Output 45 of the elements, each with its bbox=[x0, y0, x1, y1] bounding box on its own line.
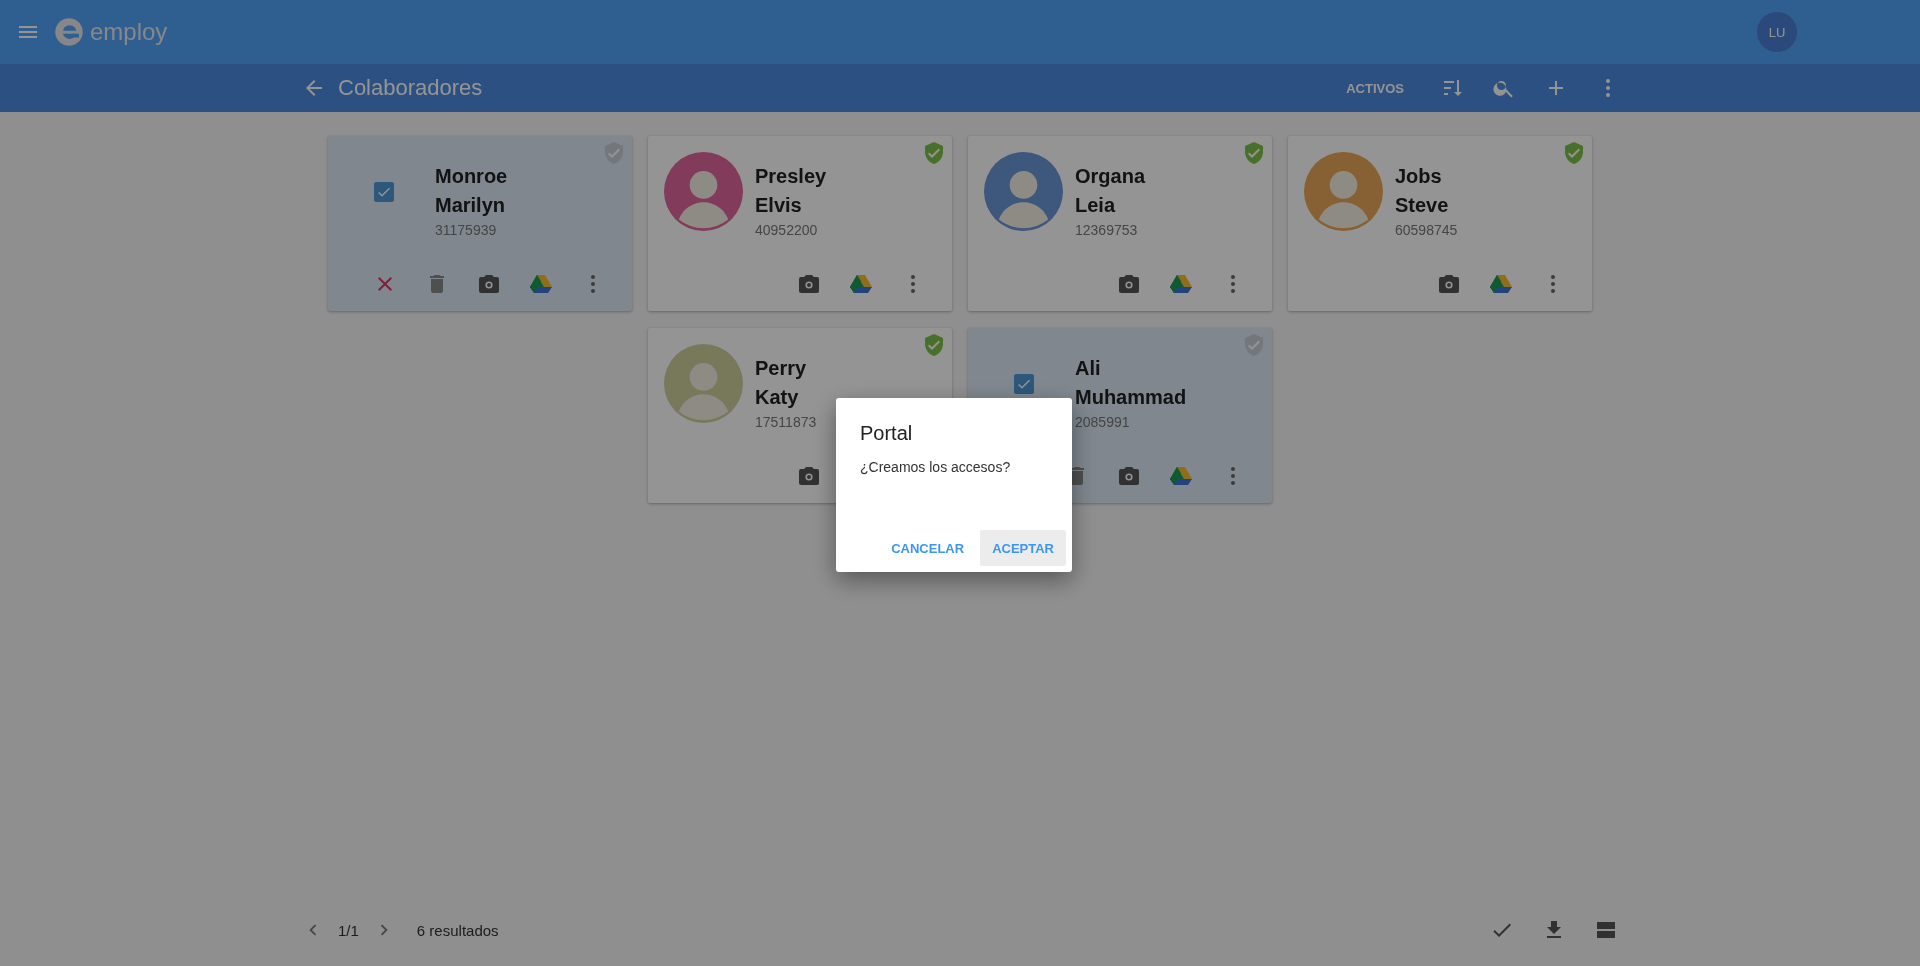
first-name: Muhammad bbox=[1075, 385, 1187, 410]
drive-icon[interactable] bbox=[1169, 272, 1193, 296]
last-name: Organa bbox=[1075, 164, 1146, 189]
camera-icon[interactable] bbox=[1437, 272, 1461, 296]
results-count: 6 resultados bbox=[416, 921, 499, 939]
employee-card[interactable]: Organa Leia 12369753 bbox=[968, 136, 1272, 311]
employee-number: 17511873 bbox=[755, 414, 817, 430]
drive-icon[interactable] bbox=[849, 272, 873, 296]
checkbox[interactable] bbox=[373, 181, 394, 202]
last-name: Ali bbox=[1075, 356, 1102, 381]
user-avatar[interactable]: LU bbox=[1757, 12, 1797, 52]
last-name: Perry bbox=[755, 356, 808, 381]
employee-number: 12369753 bbox=[1075, 222, 1139, 238]
employee-number: 60598745 bbox=[1395, 222, 1458, 238]
first-name: Steve bbox=[1395, 193, 1450, 218]
page-indicator: 1/1 bbox=[338, 921, 359, 939]
employee-card[interactable]: Monroe Marilyn 31175939 bbox=[328, 136, 632, 311]
checkbox[interactable] bbox=[1013, 373, 1034, 394]
first-name: Katy bbox=[755, 385, 800, 410]
camera-icon[interactable] bbox=[1117, 464, 1141, 488]
first-name: Marilyn bbox=[435, 193, 507, 218]
first-name: Leia bbox=[1075, 193, 1117, 218]
last-name: Presley bbox=[755, 164, 827, 189]
logo-icon bbox=[54, 17, 84, 47]
employee-number: 31175939 bbox=[435, 222, 498, 238]
drive-icon[interactable] bbox=[529, 272, 553, 296]
camera-icon[interactable] bbox=[1117, 272, 1141, 296]
employee-card[interactable]: Presley Elvis 40952200 bbox=[648, 136, 952, 311]
camera-icon[interactable] bbox=[477, 272, 501, 296]
employee-card[interactable]: Jobs Steve 60598745 bbox=[1288, 136, 1592, 311]
employee-number: 2085991 bbox=[1075, 414, 1131, 430]
first-name: Elvis bbox=[755, 193, 803, 218]
last-name: Monroe bbox=[435, 164, 508, 189]
dialog-title: Portal bbox=[860, 422, 914, 445]
filter-button[interactable]: ACTIVOS bbox=[1338, 80, 1412, 96]
employee-number: 40952200 bbox=[755, 222, 819, 238]
drive-icon[interactable] bbox=[1489, 272, 1513, 296]
last-name: Jobs bbox=[1395, 164, 1443, 189]
camera-icon[interactable] bbox=[797, 272, 821, 296]
page-title: Colaboradores bbox=[338, 75, 483, 101]
camera-icon[interactable] bbox=[797, 464, 821, 488]
drive-icon[interactable] bbox=[1169, 464, 1193, 488]
brand-name: employ bbox=[90, 18, 168, 46]
dialog-button[interactable]: ACEPTAR bbox=[980, 530, 1066, 566]
dialog-button[interactable]: CANCELAR bbox=[879, 530, 977, 566]
